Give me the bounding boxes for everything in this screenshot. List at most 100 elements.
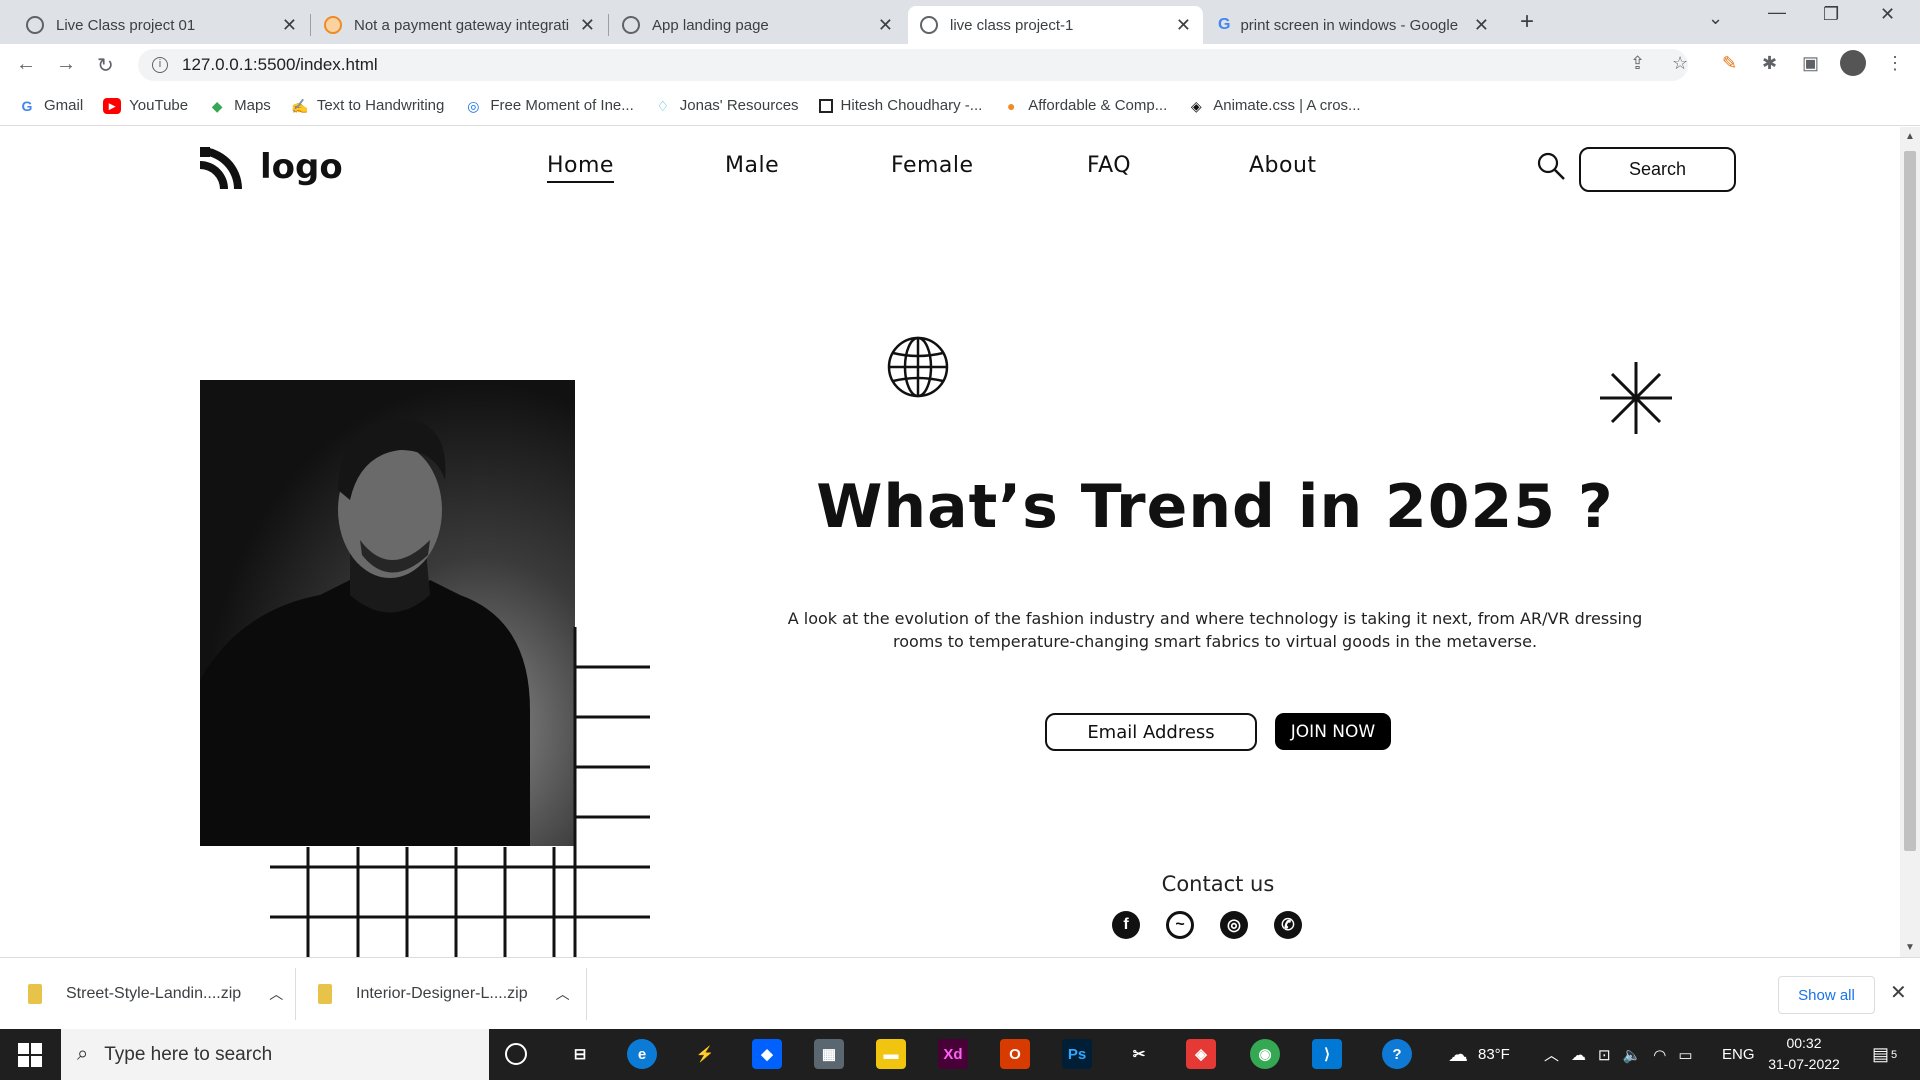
site-logo[interactable]: logo: [200, 145, 343, 189]
site-icon: ●: [1007, 97, 1016, 114]
tab-live-class-project-1[interactable]: live class project-1 ✕: [908, 6, 1203, 44]
bookmark-animate-css[interactable]: ◈ Animate.css | A cros...: [1187, 97, 1361, 114]
info-icon[interactable]: i: [152, 57, 168, 73]
weather-temp: 83°F: [1478, 1046, 1510, 1063]
snipping-tool-icon[interactable]: ✂: [1124, 1039, 1154, 1069]
download-filename: Interior-Designer-L....zip: [356, 985, 528, 1002]
join-now-button[interactable]: JOIN NOW: [1275, 713, 1391, 750]
minimize-button[interactable]: —: [1768, 2, 1786, 23]
taskbar-search[interactable]: ⌕ Type here to search: [61, 1029, 489, 1080]
app-bolt-icon[interactable]: ⚡: [690, 1039, 720, 1069]
calculator-icon[interactable]: ▦: [814, 1039, 844, 1069]
tab-search-icon[interactable]: ⌄: [1708, 8, 1723, 29]
forward-icon[interactable]: →: [56, 53, 76, 76]
close-icon[interactable]: ✕: [580, 15, 595, 36]
battery-icon[interactable]: ▭: [1678, 1046, 1692, 1064]
extensions-icon[interactable]: ✱: [1762, 53, 1777, 74]
tab-payment-gateway[interactable]: Not a payment gateway integrati ✕: [312, 6, 607, 44]
tab-strip: Live Class project 01 ✕ Not a payment ga…: [0, 0, 1920, 44]
dropbox-icon[interactable]: ◆: [752, 1039, 782, 1069]
network-icon[interactable]: ⊡: [1598, 1046, 1611, 1064]
office-icon[interactable]: O: [1000, 1039, 1030, 1069]
address-bar[interactable]: i 127.0.0.1:5500/index.html: [138, 49, 1688, 81]
close-icon[interactable]: ✕: [878, 15, 893, 36]
chrome-icon[interactable]: ◉: [1250, 1039, 1280, 1069]
search-icon[interactable]: [1536, 151, 1566, 181]
bookmark-youtube[interactable]: ▶ YouTube: [103, 97, 188, 114]
download-item[interactable]: Street-Style-Landin....zip ︿: [28, 976, 283, 1012]
close-icon[interactable]: ✕: [282, 15, 297, 36]
nav-female[interactable]: Female: [891, 153, 974, 178]
bookmark-star-icon[interactable]: ☆: [1672, 53, 1688, 74]
download-item[interactable]: Interior-Designer-L....zip ︿: [318, 976, 570, 1012]
cortana-icon[interactable]: [505, 1043, 527, 1065]
bookmark-hitesh-choudhary[interactable]: Hitesh Choudhary -...: [818, 97, 982, 114]
onedrive-icon[interactable]: ☁: [1571, 1046, 1586, 1064]
bookmark-jonas-resources[interactable]: ♢ Jonas' Resources: [654, 97, 799, 114]
close-icon[interactable]: ✕: [1890, 980, 1907, 1005]
scroll-up-icon[interactable]: ▲: [1905, 131, 1915, 142]
edge-icon[interactable]: e: [627, 1039, 657, 1069]
nav-about[interactable]: About: [1249, 153, 1317, 178]
globe-icon: [622, 16, 640, 34]
wifi-icon[interactable]: ◠: [1653, 1046, 1666, 1064]
vscode-icon[interactable]: ⟩: [1312, 1039, 1342, 1069]
page-scrollbar[interactable]: ▲ ▼: [1900, 127, 1920, 957]
windows-start-icon[interactable]: [18, 1043, 42, 1067]
close-icon[interactable]: ✕: [1176, 15, 1191, 36]
notifications-button[interactable]: ▤ 5: [1872, 1029, 1897, 1080]
sparkle-star-icon: [1600, 362, 1672, 434]
help-icon[interactable]: ?: [1382, 1039, 1412, 1069]
show-all-button[interactable]: Show all: [1778, 976, 1875, 1014]
file-explorer-icon[interactable]: ▬: [876, 1039, 906, 1069]
back-icon[interactable]: ←: [16, 53, 36, 76]
bookmark-affordable[interactable]: ● Affordable & Comp...: [1002, 97, 1167, 114]
bookmark-label: Affordable & Comp...: [1028, 97, 1168, 114]
download-filename: Street-Style-Landin....zip: [66, 985, 242, 1002]
clock[interactable]: 00:32 31-07-2022: [1764, 1033, 1844, 1075]
whatsapp-icon[interactable]: ✆: [1274, 911, 1302, 939]
nav-faq[interactable]: FAQ: [1087, 153, 1131, 178]
new-tab-button[interactable]: +: [1520, 8, 1534, 36]
reload-icon[interactable]: ↻: [97, 53, 114, 78]
bookmark-free-moment[interactable]: ◎ Free Moment of Ine...: [464, 97, 634, 114]
tab-app-landing-page[interactable]: App landing page ✕: [610, 6, 905, 44]
bookmark-gmail[interactable]: G Gmail: [18, 97, 84, 114]
scrollbar-thumb[interactable]: [1904, 151, 1916, 851]
chevron-up-icon[interactable]: ︿: [1544, 1044, 1559, 1065]
messenger-icon[interactable]: ~: [1166, 911, 1194, 939]
menu-icon[interactable]: ⋮: [1886, 53, 1904, 74]
email-field[interactable]: [1045, 713, 1257, 751]
chevron-up-icon[interactable]: ︿: [556, 984, 570, 1004]
task-view-icon[interactable]: ⊟: [565, 1039, 595, 1069]
bookmark-text-to-handwriting[interactable]: ✍ Text to Handwriting: [291, 97, 444, 114]
adobe-xd-icon[interactable]: Xd: [938, 1039, 968, 1069]
youtube-icon: ▶: [103, 97, 122, 114]
chevron-up-icon[interactable]: ︿: [269, 984, 283, 1004]
anydesk-icon[interactable]: ◈: [1186, 1039, 1216, 1069]
cloud-icon: ☁: [1448, 1044, 1468, 1066]
bookmark-maps[interactable]: ◆ Maps: [208, 97, 271, 114]
photoshop-icon[interactable]: Ps: [1062, 1039, 1092, 1069]
close-window-button[interactable]: ✕: [1880, 4, 1895, 25]
share-icon[interactable]: ⇪: [1630, 53, 1645, 74]
facebook-icon[interactable]: f: [1112, 911, 1140, 939]
volume-icon[interactable]: 🔈: [1623, 1046, 1642, 1064]
instagram-icon[interactable]: ◎: [1220, 911, 1248, 939]
scroll-down-icon[interactable]: ▼: [1905, 942, 1915, 953]
restore-button[interactable]: ❐: [1823, 4, 1839, 25]
side-panel-icon[interactable]: ▣: [1802, 53, 1819, 74]
taskbar-search-placeholder: Type here to search: [104, 1043, 273, 1065]
search-button[interactable]: Search: [1579, 147, 1736, 192]
tab-title: Not a payment gateway integrati: [354, 16, 570, 34]
nav-home[interactable]: Home: [547, 153, 614, 183]
avatar[interactable]: [1840, 50, 1866, 76]
nav-male[interactable]: Male: [725, 153, 779, 178]
color-picker-icon[interactable]: ✎: [1722, 53, 1737, 74]
tab-live-class-project-01[interactable]: Live Class project 01 ✕: [14, 6, 309, 44]
language-indicator[interactable]: ENG: [1722, 1029, 1755, 1080]
close-icon[interactable]: ✕: [1474, 15, 1489, 36]
tab-print-screen-google[interactable]: G print screen in windows - Google ✕: [1206, 6, 1501, 44]
diamond-icon: ♢: [656, 97, 670, 114]
weather-widget[interactable]: ☁ 83°F: [1448, 1029, 1510, 1080]
